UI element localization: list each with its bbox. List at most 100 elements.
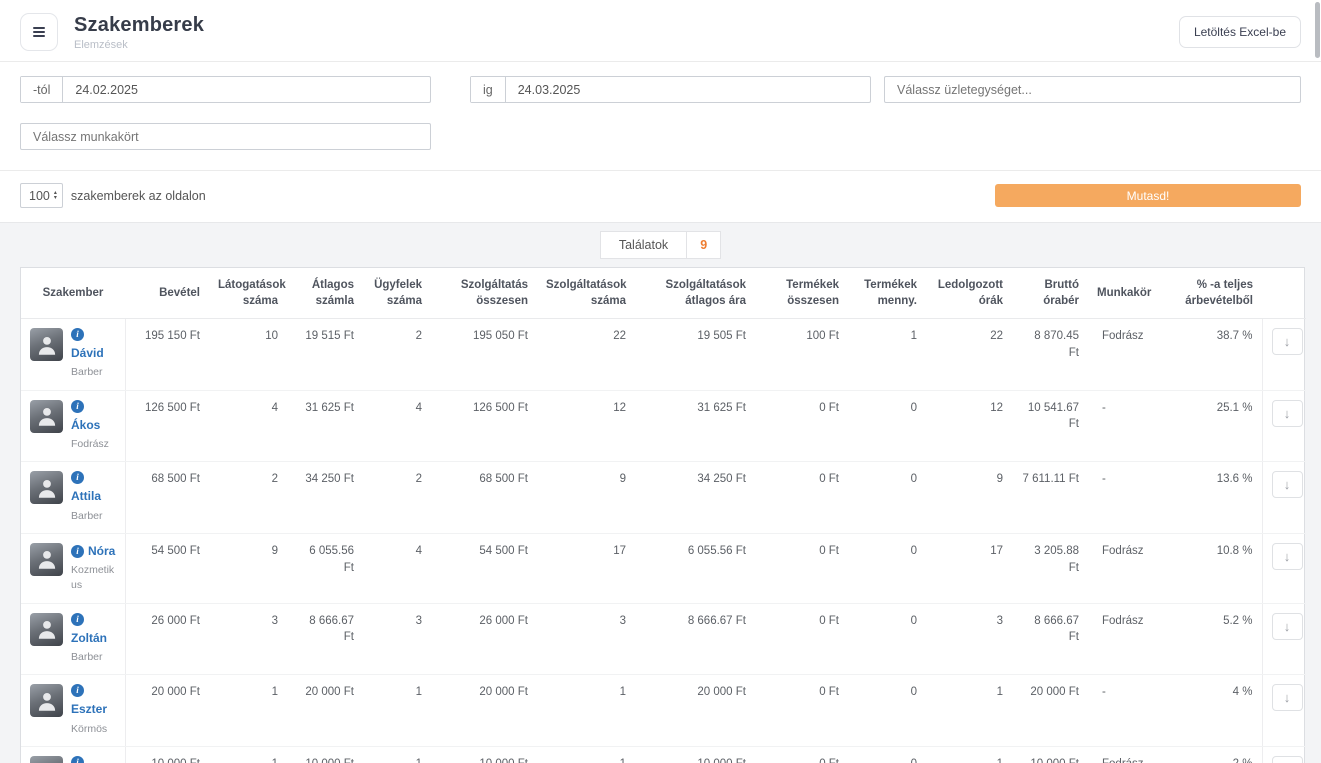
- cell-termekek-osszesen: 0 Ft: [755, 390, 848, 462]
- hamburger-icon: [33, 27, 45, 37]
- person-icon: [34, 475, 60, 501]
- info-icon[interactable]: i: [71, 613, 84, 626]
- tab-group: Találatok 9: [600, 231, 721, 259]
- cell-munkakor: Fodrász: [1088, 603, 1166, 675]
- col-header-percent: % -a teljes árbevételből: [1166, 268, 1262, 319]
- download-excel-button[interactable]: Letöltés Excel-be: [1179, 16, 1301, 48]
- app-header: Szakemberek Elemzések Letöltés Excel-be: [0, 0, 1321, 62]
- avatar: [30, 400, 63, 433]
- cell-brutto-oraber: 3 205.88 Ft: [1012, 533, 1088, 603]
- row-download-button[interactable]: ↓: [1272, 400, 1303, 427]
- filter-row-job: [20, 123, 1301, 150]
- cell-latogatasok: 1: [209, 675, 287, 747]
- cell-termekek-menny: 0: [848, 746, 926, 763]
- cell-szolgaltatasok-atlagos-ara: 34 250 Ft: [635, 462, 755, 534]
- cell-latogatasok: 9: [209, 533, 287, 603]
- date-from-group: -tól: [20, 76, 431, 103]
- cell-brutto-oraber: 8 870.45 Ft: [1012, 319, 1088, 391]
- row-download-button[interactable]: ↓: [1272, 328, 1303, 355]
- tab-row: Találatok 9: [0, 231, 1321, 259]
- specialist-role: Barber: [71, 509, 116, 524]
- specialist-name-link[interactable]: Zoltán: [71, 630, 107, 647]
- cell-percent: 10.8 %: [1166, 533, 1262, 603]
- person-icon: [34, 546, 60, 572]
- row-download-button[interactable]: ↓: [1272, 613, 1303, 640]
- col-header-szolgaltatasok-atlagos-ara: Szolgáltatások átlagos ára: [635, 268, 755, 319]
- table-header-row: Szakember Bevétel Látogatások száma Átla…: [21, 268, 1306, 319]
- specialist-role: Barber: [71, 650, 116, 665]
- download-arrow-icon: ↓: [1284, 406, 1291, 421]
- table-row: i Attila Barber 68 500 Ft 2 34 250 Ft 2 …: [21, 462, 1306, 534]
- specialist-role: Körmös: [71, 722, 116, 737]
- row-download-button[interactable]: ↓: [1272, 471, 1303, 498]
- cell-munkakor: -: [1088, 390, 1166, 462]
- cell-szolgaltatas-osszesen: 195 050 Ft: [431, 319, 537, 391]
- select-arrows-icon: ▴▾: [54, 191, 57, 201]
- controls-row: 100 ▴▾ szakemberek az oldalon Mutasd!: [0, 171, 1321, 222]
- info-icon[interactable]: i: [71, 545, 84, 558]
- page-scrollbar[interactable]: [1315, 0, 1321, 763]
- cell-ledolgozott-orak: 12: [926, 390, 1012, 462]
- specialist-name-link[interactable]: Nóra: [88, 543, 115, 560]
- row-download-button[interactable]: ↓: [1272, 756, 1303, 763]
- cell-szolgaltatasok-szama: 22: [537, 319, 635, 391]
- cell-percent: 38.7 %: [1166, 319, 1262, 391]
- cell-termekek-osszesen: 0 Ft: [755, 462, 848, 534]
- cell-ledolgozott-orak: 22: [926, 319, 1012, 391]
- specialist-name-link[interactable]: Ákos: [71, 417, 100, 434]
- page-title: Szakemberek: [74, 14, 204, 37]
- col-header-termekek-osszesen: Termékek összesen: [755, 268, 848, 319]
- cell-ledolgozott-orak: 3: [926, 603, 1012, 675]
- row-download-button[interactable]: ↓: [1272, 684, 1303, 711]
- title-block: Szakemberek Elemzések: [74, 14, 204, 51]
- cell-szolgaltatasok-szama: 17: [537, 533, 635, 603]
- row-download-button[interactable]: ↓: [1272, 543, 1303, 570]
- specialist-name-link[interactable]: Eszter: [71, 701, 107, 718]
- show-button[interactable]: Mutasd!: [995, 184, 1301, 207]
- per-page-select[interactable]: 100 ▴▾: [20, 183, 63, 208]
- cell-atlagos-szamla: 8 666.67 Ft: [287, 603, 363, 675]
- cell-percent: 5.2 %: [1166, 603, 1262, 675]
- tab-results[interactable]: Találatok: [600, 231, 687, 259]
- col-header-szolgaltatasok-szama: Szolgáltatások száma: [537, 268, 635, 319]
- specialist-role: Kozmetikus: [71, 563, 116, 593]
- info-icon[interactable]: i: [71, 328, 84, 341]
- avatar: [30, 756, 63, 763]
- info-icon[interactable]: i: [71, 684, 84, 697]
- table-row: i Ákos Fodrász 126 500 Ft 4 31 625 Ft 4 …: [21, 390, 1306, 462]
- cell-szolgaltatas-osszesen: 20 000 Ft: [431, 675, 537, 747]
- hamburger-menu-button[interactable]: [20, 13, 58, 51]
- cell-percent: 13.6 %: [1166, 462, 1262, 534]
- cell-szolgaltatasok-szama: 12: [537, 390, 635, 462]
- specialist-name-link[interactable]: Attila: [71, 488, 101, 505]
- cell-termekek-osszesen: 100 Ft: [755, 319, 848, 391]
- info-icon[interactable]: i: [71, 756, 84, 763]
- download-arrow-icon: ↓: [1284, 477, 1291, 492]
- cell-bevetel: 26 000 Ft: [125, 603, 209, 675]
- cell-ugyfelek: 3: [363, 603, 431, 675]
- per-page-label: szakemberek az oldalon: [71, 189, 206, 203]
- info-icon[interactable]: i: [71, 471, 84, 484]
- cell-termekek-osszesen: 0 Ft: [755, 603, 848, 675]
- scrollbar-thumb[interactable]: [1315, 2, 1320, 58]
- col-header-szakember: Szakember: [21, 268, 125, 319]
- specialist-name-link[interactable]: Dávid: [71, 345, 104, 362]
- cell-bevetel: 68 500 Ft: [125, 462, 209, 534]
- business-unit-select[interactable]: [884, 76, 1301, 103]
- cell-szolgaltatasok-szama: 9: [537, 462, 635, 534]
- cell-szolgaltatasok-atlagos-ara: 20 000 Ft: [635, 675, 755, 747]
- job-select[interactable]: [20, 123, 431, 150]
- specialist-role: Barber: [71, 365, 116, 380]
- cell-termekek-menny: 0: [848, 390, 926, 462]
- date-to-group: ig: [470, 76, 871, 103]
- cell-munkakor: Fodrász: [1088, 746, 1166, 763]
- date-from-input[interactable]: [63, 77, 430, 102]
- cell-ugyfelek: 2: [363, 319, 431, 391]
- info-icon[interactable]: i: [71, 400, 84, 413]
- results-count-badge[interactable]: 9: [687, 231, 721, 259]
- cell-termekek-menny: 0: [848, 675, 926, 747]
- cell-munkakor: -: [1088, 675, 1166, 747]
- date-to-input[interactable]: [506, 77, 870, 102]
- table-row: i Eszter Körmös 20 000 Ft 1 20 000 Ft 1 …: [21, 675, 1306, 747]
- specialist-role: Fodrász: [71, 437, 116, 452]
